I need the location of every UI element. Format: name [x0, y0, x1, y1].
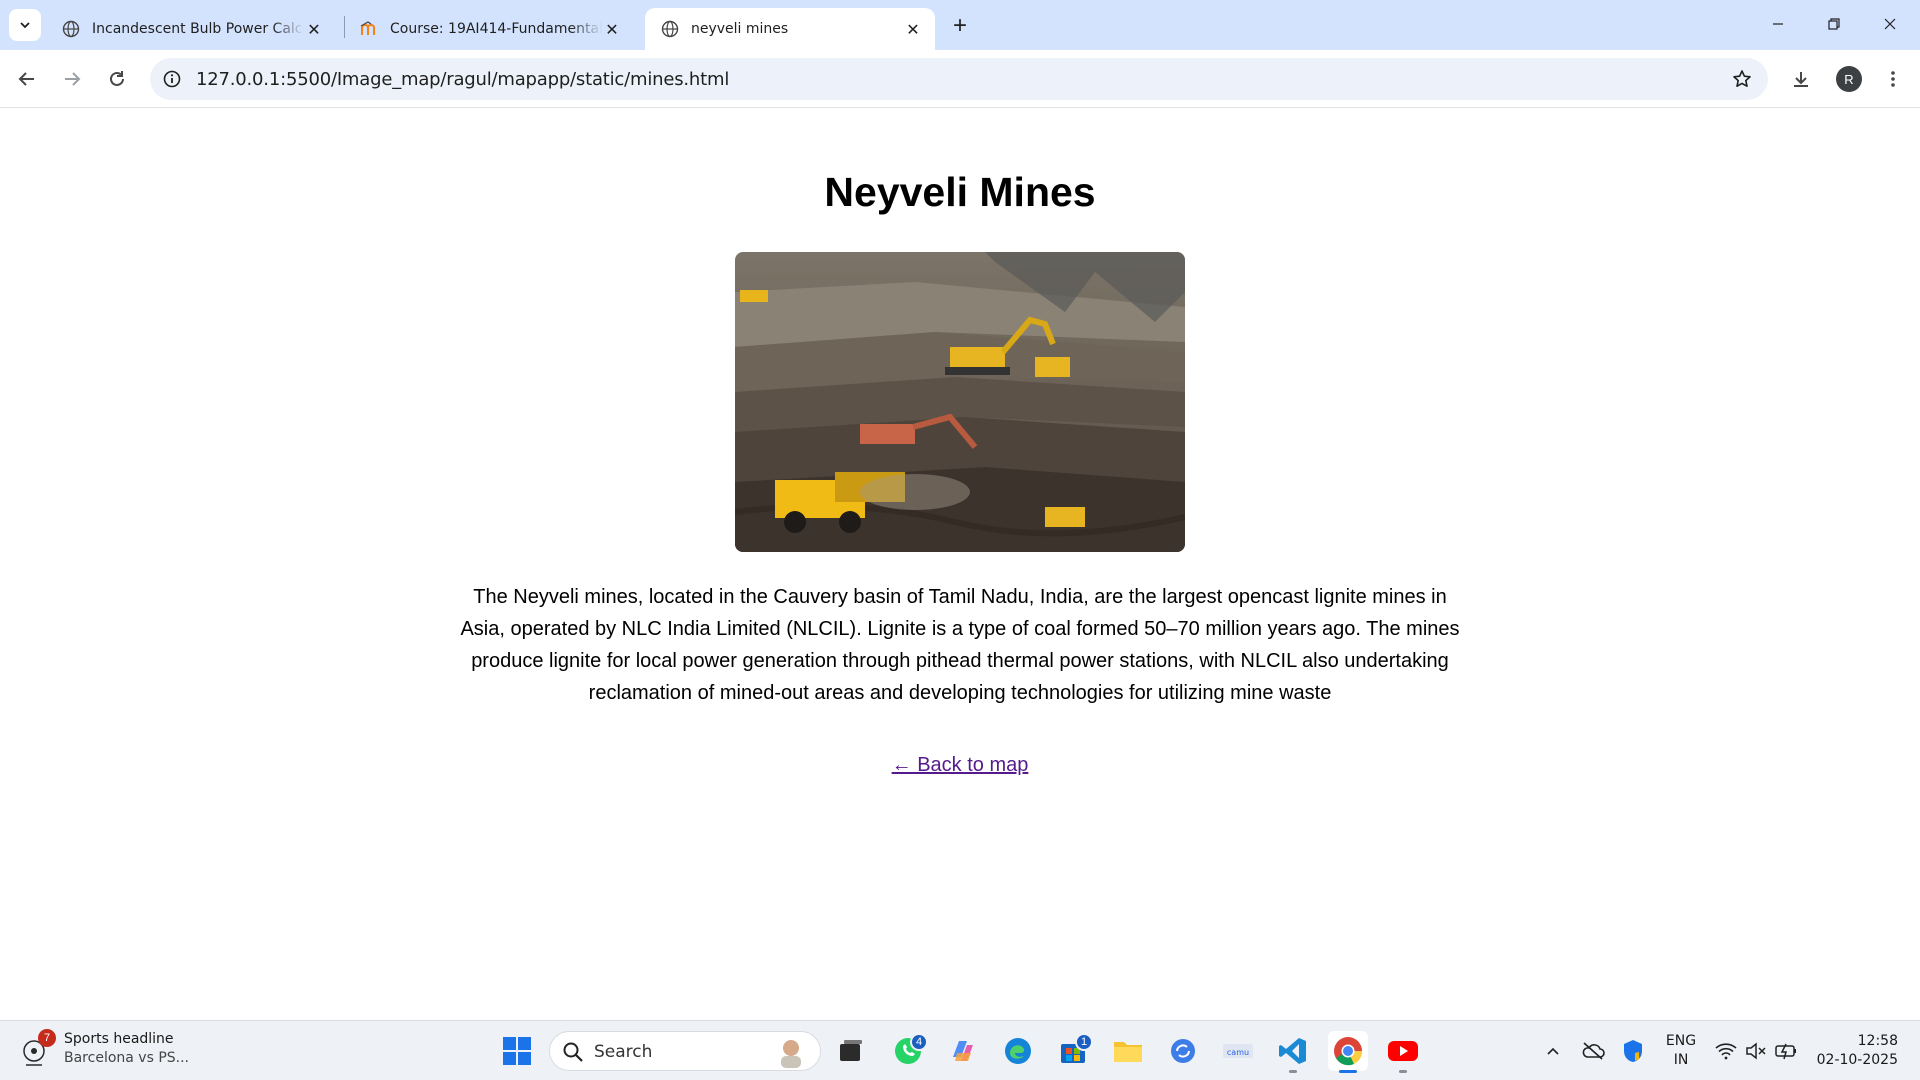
- more-vert-icon: [1891, 71, 1895, 87]
- chrome-button[interactable]: [1328, 1031, 1368, 1073]
- language-indicator[interactable]: ENG IN: [1662, 1032, 1700, 1070]
- page-content: Neyveli Mines The Neyveli mines, located…: [0, 109, 1920, 1020]
- taskbar-search-box[interactable]: Search: [549, 1031, 821, 1071]
- url-text[interactable]: 127.0.0.1:5500/Image_map/ragul/mapapp/st…: [196, 69, 729, 90]
- info-icon[interactable]: [160, 67, 184, 91]
- windows-taskbar: 7 Sports headline Barcelona vs PS... Sea…: [0, 1020, 1920, 1080]
- minimize-button[interactable]: [1750, 0, 1806, 48]
- start-button[interactable]: [497, 1031, 537, 1071]
- camu-icon: camu: [1223, 1044, 1253, 1058]
- vscode-icon: [1279, 1038, 1306, 1064]
- page-title: Neyveli Mines: [824, 169, 1096, 215]
- close-icon[interactable]: ✕: [602, 19, 622, 39]
- onedrive-button[interactable]: [1573, 1031, 1613, 1071]
- active-indicator: [1339, 1070, 1357, 1073]
- back-to-map-link[interactable]: ← Back to map: [892, 754, 1029, 776]
- news-widget[interactable]: 7 Sports headline Barcelona vs PS...: [22, 1029, 189, 1069]
- mine-photo: [735, 252, 1185, 552]
- tab-title: Incandescent Bulb Power Calculator: [92, 21, 304, 37]
- page-description: The Neyveli mines, located in the Cauver…: [460, 586, 1460, 704]
- clock-time: 12:58: [1857, 1033, 1898, 1049]
- edge-icon: [1005, 1038, 1031, 1064]
- battery-charging-icon: [1775, 1043, 1796, 1060]
- store-badge: 1: [1075, 1033, 1093, 1051]
- vscode-button[interactable]: [1273, 1031, 1313, 1073]
- minimize-icon: [1773, 23, 1783, 25]
- chevron-down-icon: [20, 22, 30, 29]
- forward-button[interactable]: [54, 61, 90, 97]
- running-indicator: [1399, 1070, 1407, 1073]
- security-button[interactable]: [1613, 1031, 1653, 1071]
- tab-neyveli-mines[interactable]: neyveli mines ✕: [645, 8, 935, 50]
- language-code: ENG: [1665, 1033, 1697, 1049]
- battery-button[interactable]: [1766, 1031, 1806, 1071]
- sync-icon: [1171, 1039, 1195, 1063]
- menu-button[interactable]: [1875, 61, 1911, 97]
- youtube-button[interactable]: [1383, 1031, 1423, 1073]
- browser-toolbar: 127.0.0.1:5500/Image_map/ragul/mapapp/st…: [0, 50, 1920, 108]
- reload-icon: [110, 71, 124, 86]
- volume-mute-icon: [1746, 1042, 1766, 1060]
- cloud-off-icon: [1582, 1042, 1605, 1060]
- show-hidden-icons-button[interactable]: [1533, 1031, 1573, 1071]
- bookmark-star-icon[interactable]: [1730, 67, 1754, 91]
- tab-title: Course: 19AI414-Fundamentals: [390, 21, 602, 37]
- clock-date: 02-10-2025: [1816, 1052, 1898, 1068]
- close-window-button[interactable]: [1862, 0, 1918, 48]
- arrow-left-icon: [18, 72, 34, 86]
- address-bar[interactable]: 127.0.0.1:5500/Image_map/ragul/mapapp/st…: [150, 58, 1768, 100]
- chrome-icon: [1334, 1037, 1363, 1066]
- profile-avatar[interactable]: R: [1836, 66, 1862, 92]
- restore-button[interactable]: [1806, 0, 1862, 48]
- plus-icon: +: [952, 12, 967, 39]
- close-icon[interactable]: ✕: [903, 19, 923, 39]
- close-icon: [1884, 18, 1896, 30]
- youtube-icon: [1388, 1041, 1418, 1061]
- back-link-container: ← Back to map: [0, 754, 1920, 777]
- search-label: Search: [594, 1042, 653, 1062]
- edge-button[interactable]: [998, 1031, 1038, 1071]
- tab-search-button[interactable]: [9, 9, 41, 41]
- tab-incandescent[interactable]: Incandescent Bulb Power Calculator ✕: [46, 8, 336, 50]
- moodle-icon: [360, 20, 378, 38]
- tab-title: neyveli mines: [691, 21, 789, 37]
- back-button[interactable]: [9, 61, 45, 97]
- search-icon: [563, 1042, 583, 1062]
- chevron-up-icon: [1547, 1047, 1559, 1055]
- reload-button[interactable]: [99, 61, 135, 97]
- arrow-right-icon: [65, 72, 81, 86]
- shield-icon: [1624, 1040, 1642, 1062]
- whatsapp-badge: 4: [910, 1033, 928, 1051]
- restore-icon: [1828, 18, 1840, 30]
- tab-course[interactable]: Course: 19AI414-Fundamentals ✕: [344, 8, 634, 50]
- task-view-button[interactable]: [831, 1031, 871, 1071]
- notification-badge: 7: [38, 1029, 56, 1047]
- running-indicator: [1289, 1070, 1297, 1073]
- search-highlight-icon: [781, 1040, 801, 1068]
- new-tab-button[interactable]: +: [944, 10, 976, 42]
- close-icon[interactable]: ✕: [304, 19, 324, 39]
- copilot-button[interactable]: [943, 1031, 983, 1071]
- whatsapp-button[interactable]: 4: [888, 1031, 928, 1071]
- wifi-icon: [1715, 1043, 1737, 1060]
- task-view-icon: [840, 1040, 862, 1061]
- clock[interactable]: 12:58 02-10-2025: [1808, 1032, 1898, 1070]
- region-code: IN: [1673, 1052, 1689, 1068]
- camu-button[interactable]: camu: [1218, 1031, 1258, 1071]
- widget-title: Sports headline: [64, 1031, 174, 1047]
- store-button[interactable]: 1: [1053, 1031, 1093, 1071]
- sync-app-button[interactable]: [1163, 1031, 1203, 1071]
- file-explorer-button[interactable]: [1108, 1031, 1148, 1071]
- champions-league-icon: 7: [22, 1029, 56, 1069]
- copilot-icon: [953, 1041, 973, 1061]
- globe-icon: [661, 20, 679, 38]
- tab-strip: Incandescent Bulb Power Calculator ✕ Cou…: [0, 0, 1920, 50]
- svg-text:camu: camu: [1227, 1048, 1249, 1057]
- globe-icon: [62, 20, 80, 38]
- widget-subtitle: Barcelona vs PS...: [64, 1050, 190, 1066]
- windows-logo-icon: [503, 1037, 531, 1065]
- folder-icon: [1114, 1042, 1142, 1062]
- download-icon: [1794, 72, 1808, 87]
- downloads-button[interactable]: [1783, 61, 1819, 97]
